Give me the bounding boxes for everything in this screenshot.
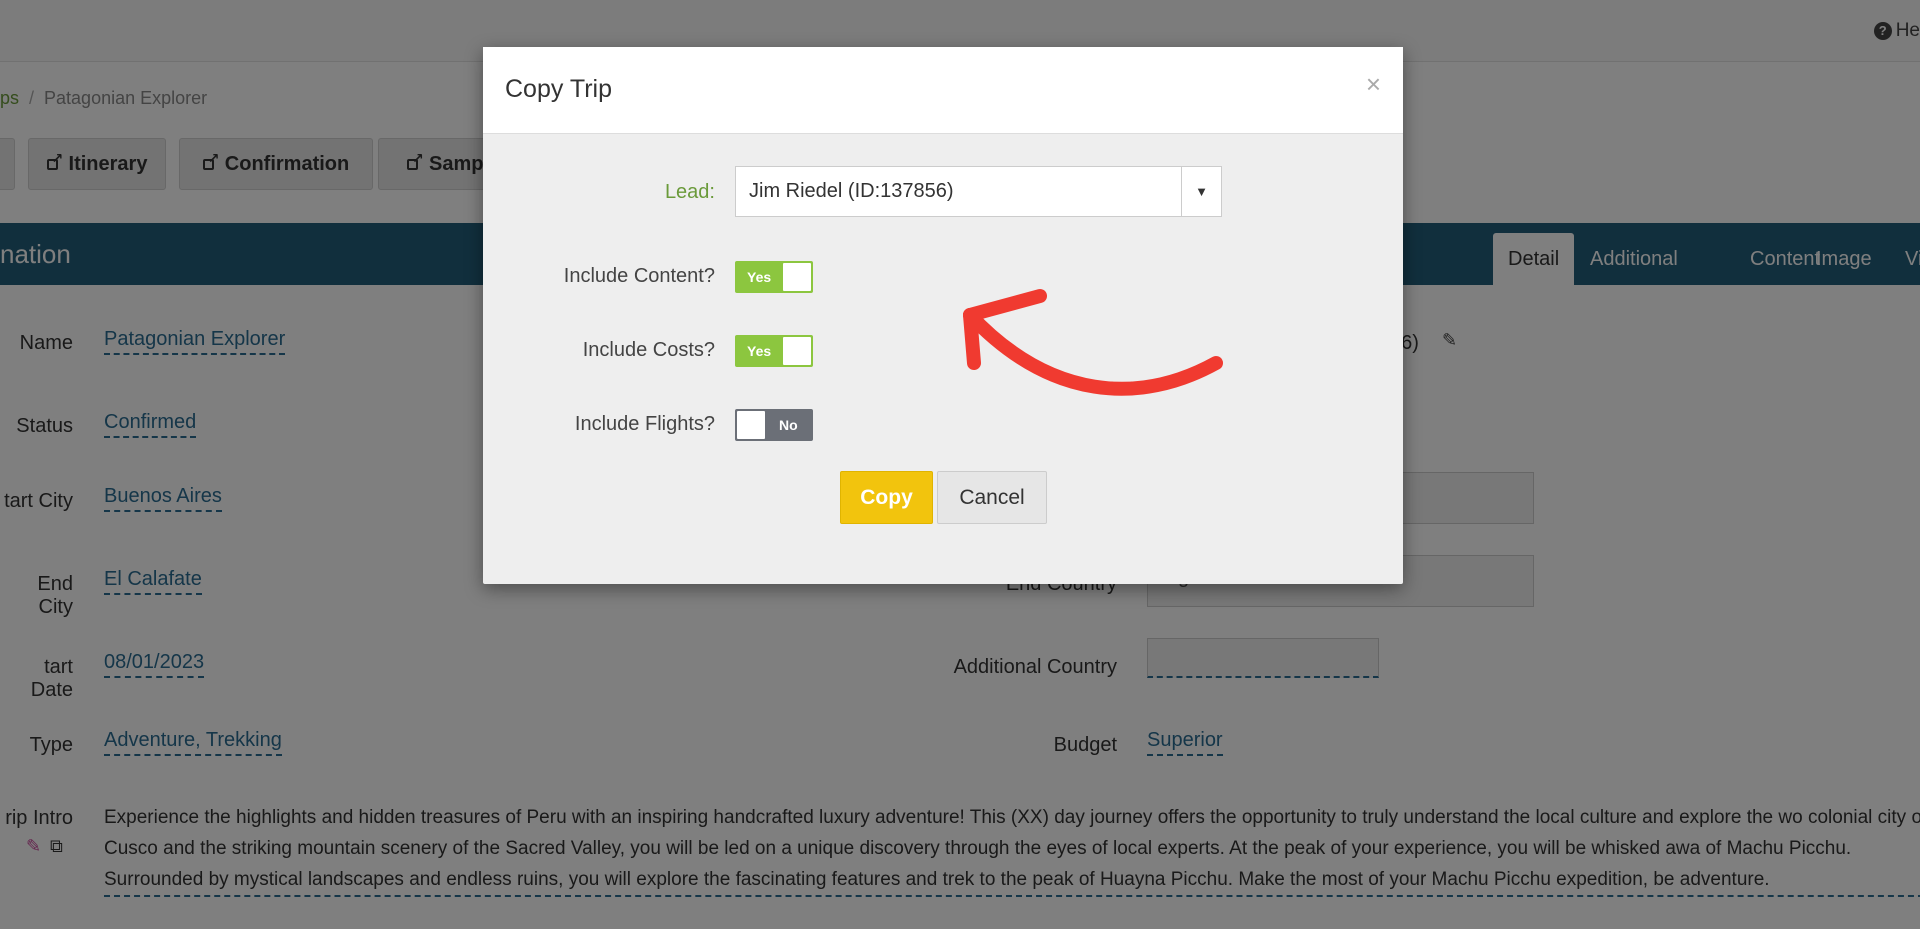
include-flights-toggle[interactable]: No [735, 409, 813, 441]
include-flights-label: Include Flights? [574, 413, 715, 435]
copy-button[interactable]: Copy [840, 471, 933, 524]
toggle-state: Yes [747, 269, 772, 285]
annotation-arrow-icon [963, 289, 1223, 396]
include-costs-label: Include Costs? [582, 339, 715, 361]
lead-select[interactable]: Jim Riedel (ID:137856) ▼ [735, 166, 1222, 217]
modal-title: Copy Trip [505, 75, 612, 103]
modal-header: Copy Trip × [483, 47, 1403, 134]
toggle-knob [783, 337, 811, 365]
include-costs-toggle[interactable]: Yes [735, 335, 813, 367]
toggle-state: No [779, 417, 798, 433]
lead-selected-value: Jim Riedel (ID:137856) [749, 180, 954, 202]
include-content-label: Include Content? [563, 265, 715, 287]
cancel-button[interactable]: Cancel [937, 471, 1047, 524]
toggle-knob [737, 411, 765, 439]
close-icon[interactable]: × [1366, 69, 1381, 100]
toggle-state: Yes [747, 343, 772, 359]
toggle-knob [783, 263, 811, 291]
lead-label: Lead: [664, 181, 715, 203]
include-content-toggle[interactable]: Yes [735, 261, 813, 293]
chevron-down-icon[interactable]: ▼ [1181, 167, 1221, 216]
